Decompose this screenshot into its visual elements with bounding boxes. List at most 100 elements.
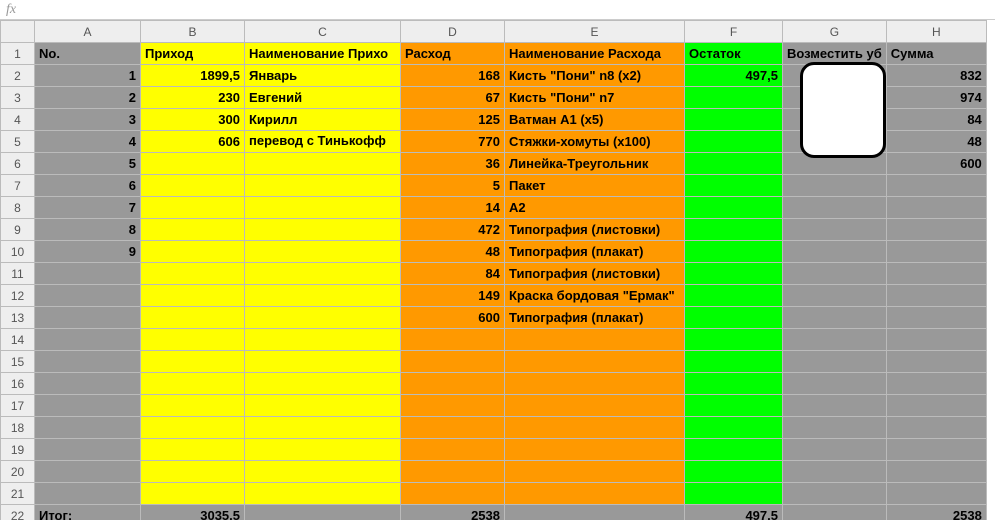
row-header[interactable]: 1 [1, 43, 35, 65]
cell-rashod[interactable]: 125 [401, 109, 505, 131]
row-header[interactable]: 8 [1, 197, 35, 219]
row-header[interactable]: 4 [1, 109, 35, 131]
cell-rashod[interactable] [401, 483, 505, 505]
row-header[interactable]: 12 [1, 285, 35, 307]
cell-rashod[interactable]: 472 [401, 219, 505, 241]
cell-prihod[interactable] [141, 483, 245, 505]
cell-no[interactable]: 1 [35, 65, 141, 87]
col-header-E[interactable]: E [505, 21, 685, 43]
col-header-B[interactable]: B [141, 21, 245, 43]
cell-summa[interactable] [886, 197, 986, 219]
cell-naimen-prihod[interactable] [245, 351, 401, 373]
header-ostatok[interactable]: Остаток [685, 43, 783, 65]
header-no[interactable]: No. [35, 43, 141, 65]
cell-naimen-rashod[interactable] [505, 461, 685, 483]
cell-prihod[interactable] [141, 439, 245, 461]
total-blank-c[interactable] [245, 505, 401, 520]
cell-no[interactable] [35, 263, 141, 285]
cell-summa[interactable] [886, 351, 986, 373]
row-header[interactable]: 18 [1, 417, 35, 439]
cell-vozmestit[interactable] [783, 417, 887, 439]
cell-naimen-prihod[interactable] [245, 175, 401, 197]
cell-rashod[interactable]: 67 [401, 87, 505, 109]
row-header[interactable]: 5 [1, 131, 35, 153]
cell-no[interactable]: 5 [35, 153, 141, 175]
cell-naimen-prihod[interactable] [245, 219, 401, 241]
row-header[interactable]: 19 [1, 439, 35, 461]
cell-naimen-rashod[interactable]: А2 [505, 197, 685, 219]
cell-summa[interactable] [886, 285, 986, 307]
cell-naimen-rashod[interactable] [505, 483, 685, 505]
cell-rashod[interactable] [401, 395, 505, 417]
cell-naimen-prihod[interactable] [245, 373, 401, 395]
cell-rashod[interactable]: 149 [401, 285, 505, 307]
cell-rashod[interactable]: 84 [401, 263, 505, 285]
cell-ostatok[interactable] [685, 307, 783, 329]
cell-ostatok[interactable] [685, 373, 783, 395]
formula-bar[interactable]: fx [0, 0, 995, 20]
cell-naimen-rashod[interactable]: Линейка-Треугольник [505, 153, 685, 175]
total-blank-g[interactable] [783, 505, 887, 520]
cell-ostatok[interactable] [685, 263, 783, 285]
total-prihod[interactable]: 3035,5 [141, 505, 245, 520]
cell-ostatok[interactable]: 497,5 [685, 65, 783, 87]
col-header-H[interactable]: H [886, 21, 986, 43]
total-summa[interactable]: 2538 [886, 505, 986, 520]
cell-no[interactable] [35, 483, 141, 505]
cell-naimen-rashod[interactable] [505, 439, 685, 461]
cell-ostatok[interactable] [685, 175, 783, 197]
cell-naimen-prihod[interactable] [245, 241, 401, 263]
cell-ostatok[interactable] [685, 483, 783, 505]
col-header-A[interactable]: A [35, 21, 141, 43]
cell-vozmestit[interactable] [783, 175, 887, 197]
cell-summa[interactable]: 84 [886, 109, 986, 131]
row-header[interactable]: 21 [1, 483, 35, 505]
cell-rashod[interactable] [401, 417, 505, 439]
cell-naimen-rashod[interactable]: Типография (плакат) [505, 241, 685, 263]
cell-naimen-prihod[interactable] [245, 417, 401, 439]
header-rashod[interactable]: Расход [401, 43, 505, 65]
cell-no[interactable]: 6 [35, 175, 141, 197]
cell-no[interactable] [35, 461, 141, 483]
cell-prihod[interactable] [141, 395, 245, 417]
col-header-F[interactable]: F [685, 21, 783, 43]
cell-naimen-prihod[interactable] [245, 263, 401, 285]
cell-naimen-prihod[interactable] [245, 153, 401, 175]
total-blank-e[interactable] [505, 505, 685, 520]
cell-naimen-rashod[interactable] [505, 417, 685, 439]
cell-summa[interactable] [886, 241, 986, 263]
cell-rashod[interactable]: 14 [401, 197, 505, 219]
cell-rashod[interactable]: 5 [401, 175, 505, 197]
cell-vozmestit[interactable] [783, 263, 887, 285]
cell-naimen-prihod[interactable] [245, 395, 401, 417]
cell-no[interactable] [35, 439, 141, 461]
row-header[interactable]: 22 [1, 505, 35, 520]
cell-summa[interactable]: 832 [886, 65, 986, 87]
cell-no[interactable]: 3 [35, 109, 141, 131]
cell-no[interactable]: 8 [35, 219, 141, 241]
cell-naimen-prihod[interactable] [245, 329, 401, 351]
row-header[interactable]: 13 [1, 307, 35, 329]
col-header-C[interactable]: C [245, 21, 401, 43]
cell-no[interactable] [35, 373, 141, 395]
cell-rashod[interactable] [401, 461, 505, 483]
cell-prihod[interactable] [141, 241, 245, 263]
col-header-D[interactable]: D [401, 21, 505, 43]
cell-naimen-rashod[interactable] [505, 373, 685, 395]
cell-prihod[interactable] [141, 329, 245, 351]
total-rashod[interactable]: 2538 [401, 505, 505, 520]
cell-vozmestit[interactable] [783, 219, 887, 241]
cell-no[interactable] [35, 285, 141, 307]
cell-prihod[interactable]: 230 [141, 87, 245, 109]
row-header[interactable]: 16 [1, 373, 35, 395]
cell-ostatok[interactable] [685, 285, 783, 307]
cell-naimen-rashod[interactable]: Ватман А1 (x5) [505, 109, 685, 131]
cell-no[interactable] [35, 351, 141, 373]
cell-rashod[interactable]: 36 [401, 153, 505, 175]
cell-prihod[interactable] [141, 263, 245, 285]
row-header[interactable]: 14 [1, 329, 35, 351]
cell-naimen-rashod[interactable]: Стяжки-хомуты (x100) [505, 131, 685, 153]
row-header[interactable]: 6 [1, 153, 35, 175]
cell-prihod[interactable]: 1899,5 [141, 65, 245, 87]
cell-vozmestit[interactable] [783, 461, 887, 483]
